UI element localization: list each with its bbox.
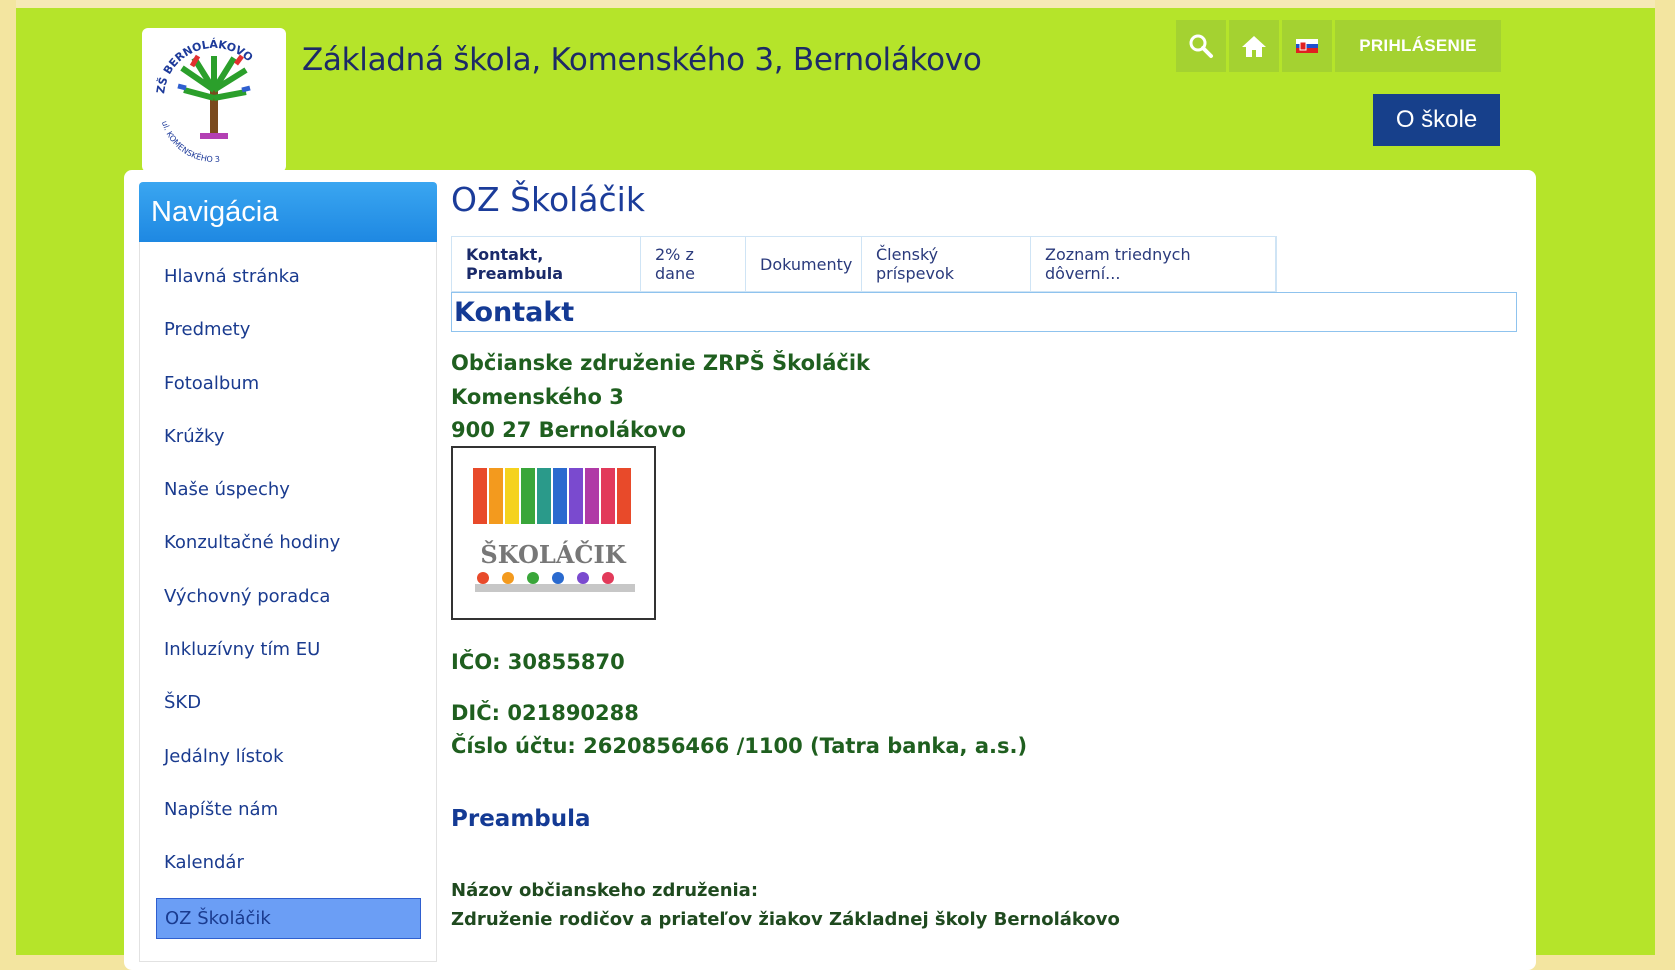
- skolacik-logo: ŠKOLÁČIK: [451, 446, 656, 620]
- tree-logo-icon: ZŠ BERNOLÁKOVO ul. KOMENSKÉHO 3: [154, 38, 255, 164]
- tab-clensky-prispevok[interactable]: Členský príspevok: [862, 237, 1031, 291]
- nav-item-fotoalbum[interactable]: Fotoalbum: [164, 373, 259, 394]
- outer-frame-left: [0, 0, 16, 955]
- language-button[interactable]: [1282, 20, 1332, 72]
- login-button[interactable]: PRIHLÁSENIE: [1335, 20, 1501, 72]
- home-button[interactable]: [1229, 20, 1279, 72]
- nav-item-skd[interactable]: ŠKD: [164, 692, 201, 713]
- org-city: 900 27 Bernolákovo: [451, 418, 686, 442]
- page-title: OZ Školáčik: [451, 180, 645, 219]
- nav-item-oz-skolacik-active[interactable]: OZ Školáčik: [156, 898, 421, 939]
- tab-kontakt-preambula[interactable]: Kontakt, Preambula: [452, 237, 641, 291]
- org-street: Komenského 3: [451, 385, 624, 409]
- tab-2-percent[interactable]: 2% z dane: [641, 237, 746, 291]
- nav-item-kalendar[interactable]: Kalendár: [164, 852, 244, 873]
- top-toolbar: PRIHLÁSENIE: [1176, 20, 1501, 72]
- pencils-logo-icon: ŠKOLÁČIK: [473, 468, 635, 592]
- nav-item-inkluzivny-tim[interactable]: Inkluzívny tím EU: [164, 639, 320, 660]
- nav-item-predmety[interactable]: Predmety: [164, 319, 250, 340]
- preamble-label: Názov občianskeho združenia:: [451, 880, 759, 901]
- nav-item-kruzky[interactable]: Krúžky: [164, 426, 225, 447]
- tab-dokumenty[interactable]: Dokumenty: [746, 237, 862, 291]
- site-title[interactable]: Základná škola, Komenského 3, Bernolákov…: [302, 42, 982, 78]
- nav-item-konzultacne-hodiny[interactable]: Konzultačné hodiny: [164, 532, 340, 553]
- preamble-value: Združenie rodičov a priateľov žiakov Zák…: [451, 909, 1120, 930]
- outer-frame-top: [0, 0, 1675, 8]
- dic-number: DIČ: 021890288: [451, 701, 639, 725]
- nav-item-jedalny-listok[interactable]: Jedálny lístok: [164, 746, 284, 767]
- outer-frame-right: [1655, 0, 1675, 955]
- school-logo[interactable]: ZŠ BERNOLÁKOVO ul. KOMENSKÉHO 3: [142, 28, 286, 172]
- nav-item-vychovny-poradca[interactable]: Výchovný poradca: [164, 586, 330, 607]
- nav-heading: Navigácia: [139, 182, 437, 242]
- search-button[interactable]: [1176, 20, 1226, 72]
- nav-item-napiste-nam[interactable]: Napíšte nám: [164, 799, 278, 820]
- flag-icon: [1296, 39, 1318, 53]
- skolacik-logo-text: ŠKOLÁČIK: [480, 540, 626, 569]
- preamble-heading: Preambula: [451, 806, 591, 832]
- ico-number: IČO: 30855870: [451, 650, 625, 674]
- about-school-button[interactable]: O škole: [1373, 94, 1500, 146]
- home-icon: [1242, 36, 1266, 57]
- content-tabs: Kontakt, Preambula 2% z dane Dokumenty Č…: [451, 236, 1277, 292]
- nav-item-nase-uspechy[interactable]: Naše úspechy: [164, 479, 290, 500]
- search-icon: [1189, 34, 1213, 58]
- nav-item-hlavna-stranka[interactable]: Hlavná stránka: [164, 266, 300, 287]
- tab-zoznam-triednych[interactable]: Zoznam triednych dôverní...: [1031, 237, 1276, 291]
- bank-account: Číslo účtu: 2620856466 /1100 (Tatra bank…: [451, 734, 1028, 758]
- org-name: Občianske združenie ZRPŠ Školáčik: [451, 351, 870, 375]
- section-heading-kontakt: Kontakt: [451, 292, 1517, 332]
